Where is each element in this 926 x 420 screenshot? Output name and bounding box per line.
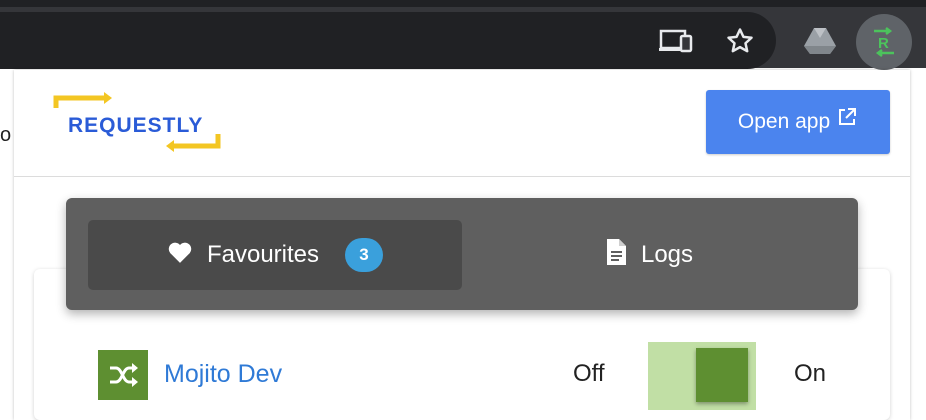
toggle-knob bbox=[696, 348, 748, 402]
rule-name-link[interactable]: Mojito Dev bbox=[164, 358, 282, 390]
requestly-logo: REQUESTLY bbox=[50, 92, 226, 156]
open-app-label: Open app bbox=[737, 110, 831, 133]
browser-toolbar: R bbox=[0, 0, 926, 70]
svg-text:REQUESTLY: REQUESTLY bbox=[68, 114, 203, 137]
external-link-icon bbox=[836, 108, 858, 134]
cast-icon[interactable] bbox=[655, 22, 697, 60]
favourites-count-badge: 3 bbox=[345, 238, 384, 272]
svg-text:R: R bbox=[878, 35, 889, 52]
rule-status-toggle[interactable] bbox=[648, 342, 756, 410]
tab-favourites[interactable]: Favourites 3 bbox=[88, 220, 462, 290]
bookmark-star-icon[interactable] bbox=[720, 22, 760, 60]
tab-favourites-label: Favourites bbox=[206, 241, 320, 268]
popup-header: REQUESTLY Open app bbox=[14, 70, 910, 177]
toggle-off-label: Off bbox=[573, 360, 605, 387]
rule-row: Mojito Dev Off On bbox=[34, 342, 890, 420]
tab-logs-label: Logs bbox=[640, 241, 694, 268]
requestly-extension-icon[interactable]: R bbox=[856, 14, 912, 70]
popup-tabs: Favourites 3 Logs bbox=[66, 198, 858, 310]
tab-logs[interactable]: Logs bbox=[462, 220, 836, 290]
shuffle-icon bbox=[98, 350, 148, 400]
drive-icon[interactable] bbox=[800, 22, 840, 60]
page-text-fragment: o bbox=[0, 124, 12, 146]
document-icon bbox=[605, 238, 627, 273]
open-app-button[interactable]: Open app bbox=[706, 90, 890, 154]
toggle-on-label: On bbox=[794, 360, 827, 387]
heart-icon bbox=[167, 240, 193, 271]
tab-strip-edge bbox=[0, 0, 926, 7]
